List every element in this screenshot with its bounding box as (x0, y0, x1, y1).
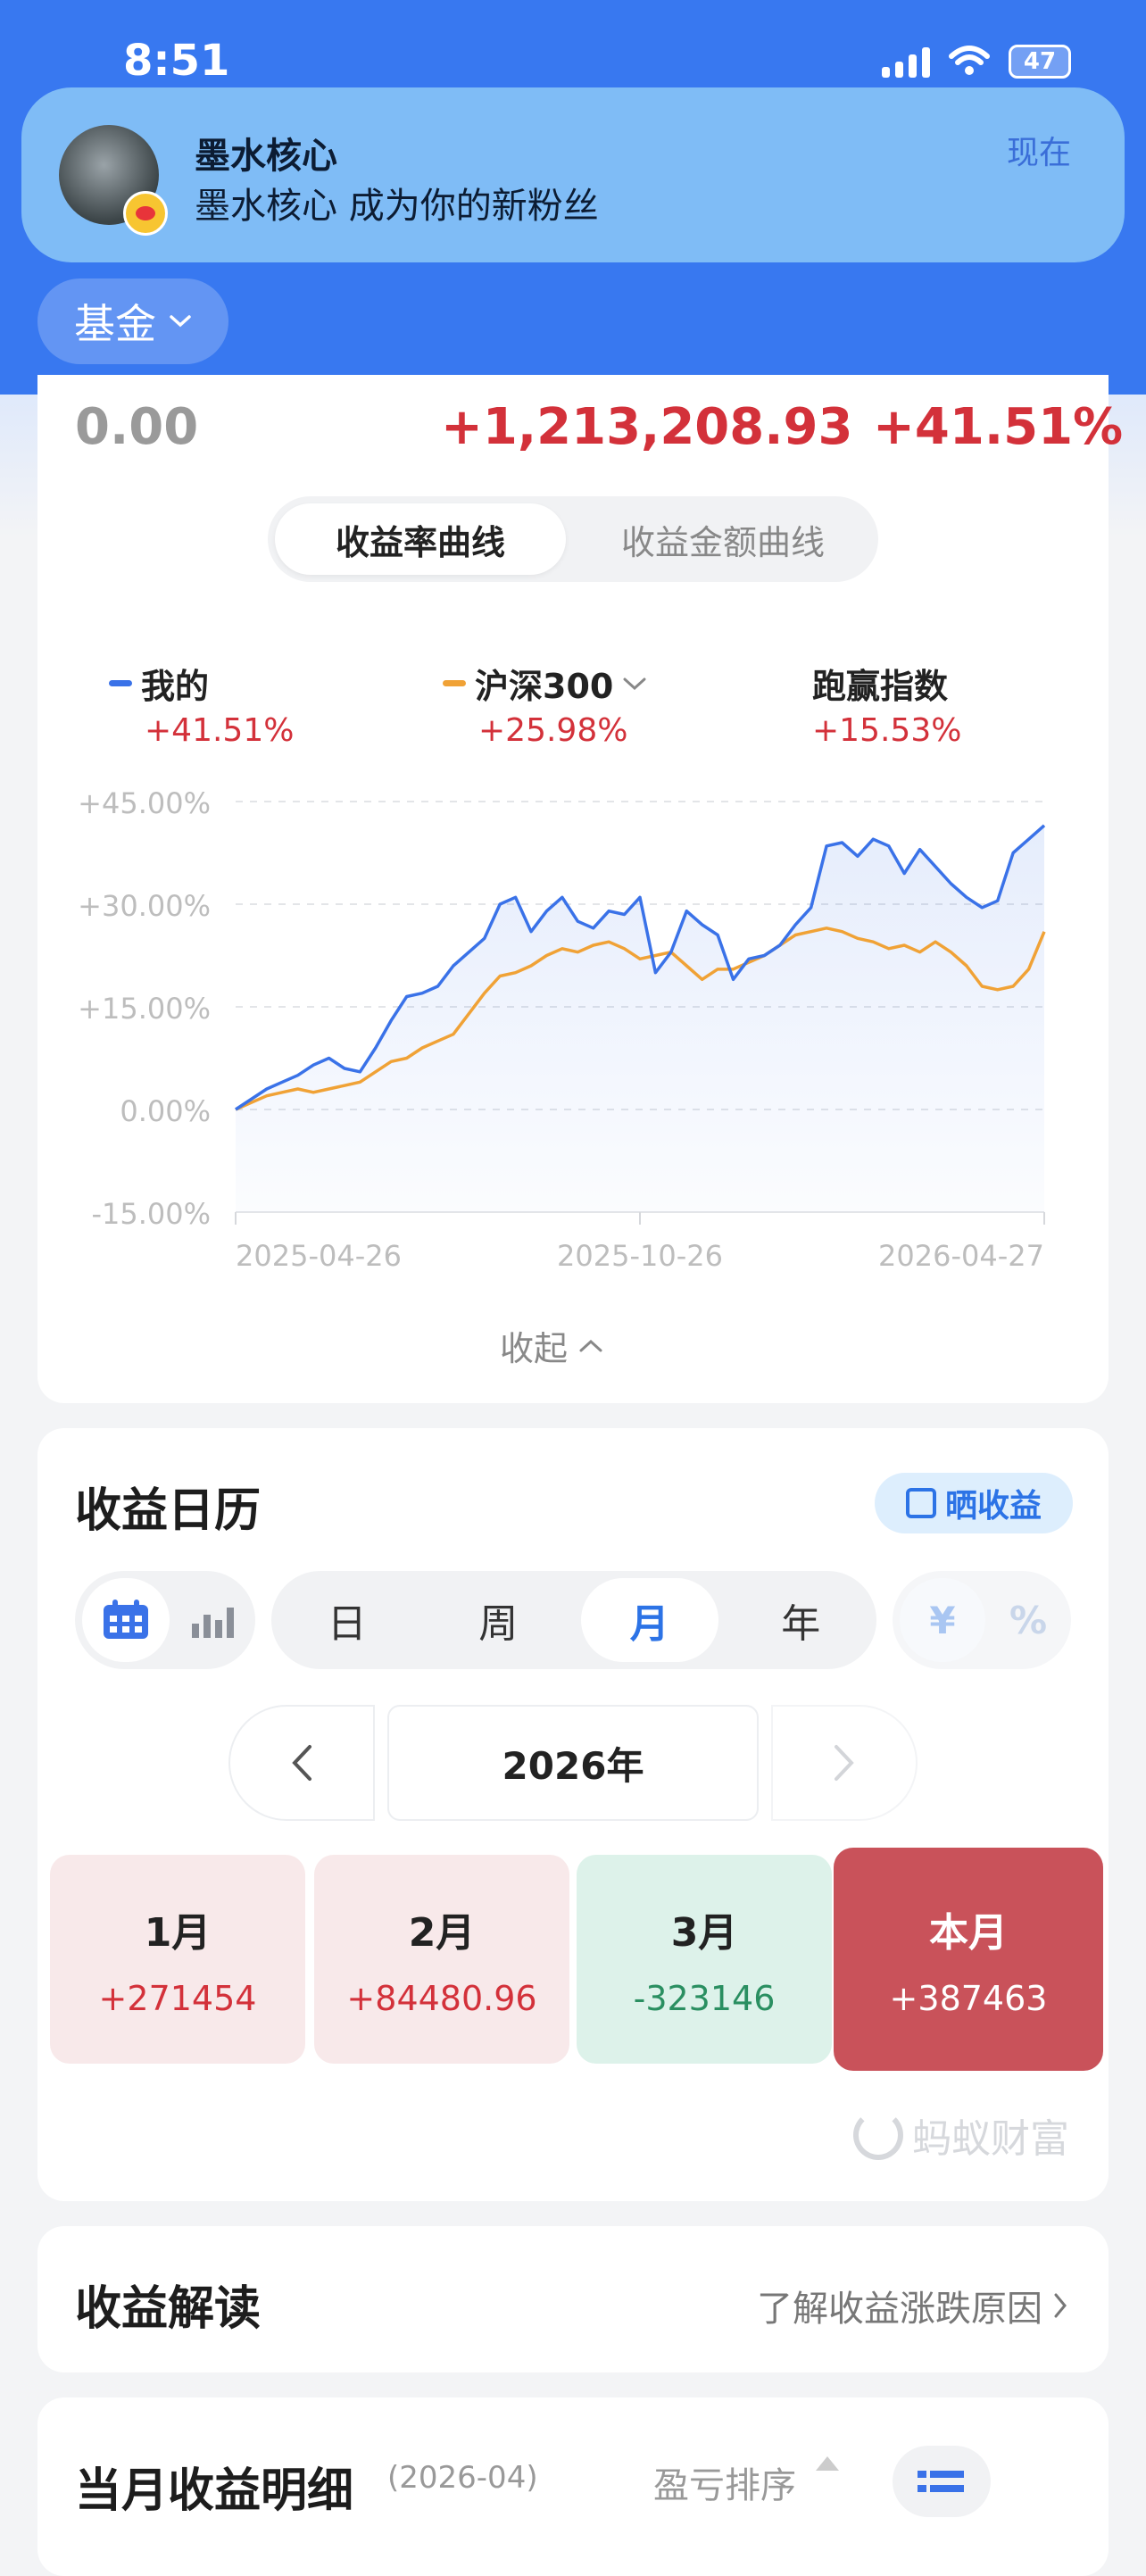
prev-year-button[interactable] (228, 1705, 375, 1821)
battery-icon: 47 (1009, 45, 1071, 79)
collapse-label: 收起 (500, 1329, 569, 1368)
brand-watermark: 蚂蚁财富 (853, 2107, 1069, 2164)
tab-rate-curve[interactable]: 收益率曲线 (275, 503, 566, 575)
sort-button[interactable]: 盈亏排序 (653, 2456, 796, 2508)
share-profit-button[interactable]: 晒收益 (875, 1473, 1073, 1533)
detail-title: 当月收益明细 (75, 2464, 354, 2518)
explain-title: 收益解读 (75, 2282, 262, 2336)
explain-link-label: 了解收益涨跌原因 (757, 2289, 1042, 2330)
legend-hs300-label: 沪深300 (475, 667, 614, 706)
weibo-app-icon (123, 191, 168, 236)
notification-time: 现在 (1006, 135, 1071, 171)
next-year-button[interactable] (771, 1705, 918, 1821)
notification-title: 墨水核心 (195, 136, 337, 177)
month-cell-feb[interactable]: 2月 +84480.96 (314, 1855, 569, 2064)
chevron-right-icon (1054, 2293, 1067, 2318)
unit-yuan[interactable]: ¥ (900, 1578, 985, 1662)
x-tick-label: 2026-04-27 (878, 1239, 1044, 1273)
sort-up-icon (816, 2456, 839, 2471)
month-cell-current[interactable]: 本月 +387463 (834, 1848, 1103, 2071)
unit-percent[interactable]: % (985, 1578, 1071, 1662)
y-tick-label: -15.00% (91, 1197, 211, 1231)
chart-view-button[interactable] (175, 1578, 250, 1662)
tab-month[interactable]: 月 (581, 1578, 718, 1662)
month-value: -323146 (633, 1979, 776, 2018)
month-name: 2月 (408, 1910, 476, 1956)
status-time: 8:51 (123, 36, 230, 86)
fund-selector-label: 基金 (74, 300, 156, 348)
summary-rate: +41.51% (873, 398, 1124, 456)
x-tick-label: 2025-04-26 (236, 1239, 402, 1273)
tab-week[interactable]: 周 (430, 1578, 568, 1662)
chevron-down-icon (623, 677, 646, 690)
unit-switch: ¥ % (893, 1571, 1071, 1669)
chevron-up-icon (579, 1339, 602, 1351)
cellular-signal-icon (882, 46, 930, 78)
list-view-toggle[interactable] (893, 2446, 991, 2517)
list-icon (918, 2471, 964, 2492)
month-cell-mar[interactable]: 3月 -323146 (577, 1855, 832, 2064)
collapse-button[interactable]: 收起 (500, 1321, 603, 1370)
x-tick-label: 2025-10-26 (557, 1239, 723, 1273)
tab-year[interactable]: 年 (733, 1578, 870, 1662)
month-value: +387463 (889, 1979, 1048, 2018)
ant-fortune-logo-icon (853, 2110, 903, 2160)
share-profit-label: 晒收益 (944, 1488, 1042, 1525)
calendar-view-button[interactable] (82, 1578, 170, 1662)
month-value: +84480.96 (346, 1979, 537, 2018)
legend-hs300-value: +25.98% (478, 712, 628, 749)
chevron-down-icon (170, 315, 191, 328)
y-tick-label: 0.00% (120, 1094, 211, 1128)
bar-chart-icon (192, 1608, 234, 1638)
month-name: 本月 (929, 1910, 1008, 1956)
tab-amount-curve[interactable]: 收益金额曲线 (571, 503, 875, 575)
legend-mine-label: 我的 (141, 667, 210, 706)
calendar-title: 收益日历 (75, 1484, 262, 1538)
month-cell-jan[interactable]: 1月 +271454 (50, 1855, 305, 2064)
notification-body: 墨水核心 成为你的新粉丝 (195, 186, 599, 227)
legend-outperform: 跑赢指数 (812, 659, 948, 708)
legend-mine[interactable]: 我的 (109, 659, 209, 708)
legend-hs300[interactable]: 沪深300 (443, 659, 647, 708)
explain-link[interactable]: 了解收益涨跌原因 (757, 2280, 1067, 2331)
legend-mine-swatch (109, 680, 132, 686)
legend-outperform-label: 跑赢指数 (812, 667, 949, 706)
tab-day[interactable]: 日 (278, 1578, 416, 1662)
summary-profit: +1,213,208.93 (441, 398, 853, 456)
y-tick-label: +30.00% (78, 889, 211, 923)
returns-line-chart: +45.00% +30.00% +15.00% 0.00% -15.00% 2025-04… (78, 786, 1046, 1273)
period-tabs: 日 周 月 年 (271, 1571, 876, 1669)
brand-name: 蚂蚁财富 (912, 2116, 1069, 2162)
legend-hs300-swatch (443, 680, 466, 686)
wifi-icon (949, 46, 990, 75)
month-value: +271454 (98, 1979, 257, 2018)
legend-outperform-value: +15.53% (812, 712, 962, 749)
calendar-icon (104, 1600, 148, 1639)
fund-selector[interactable]: 基金 (37, 278, 228, 364)
share-icon (905, 1488, 936, 1518)
y-tick-label: +15.00% (78, 992, 211, 1026)
status-icons: 47 (882, 45, 1071, 79)
y-tick-label: +45.00% (78, 786, 211, 820)
summary-value-left: 0.00 (75, 398, 199, 456)
detail-date: (2026-04) (387, 2460, 538, 2496)
month-name: 3月 (670, 1910, 738, 1956)
year-label: 2026年 (387, 1705, 759, 1821)
series-mine-area (236, 825, 1044, 1212)
legend-mine-value: +41.51% (145, 712, 295, 749)
chevron-right-icon (835, 1745, 854, 1781)
notification-banner[interactable] (21, 87, 1125, 262)
month-name: 1月 (144, 1910, 212, 1956)
chevron-left-icon (292, 1745, 311, 1781)
